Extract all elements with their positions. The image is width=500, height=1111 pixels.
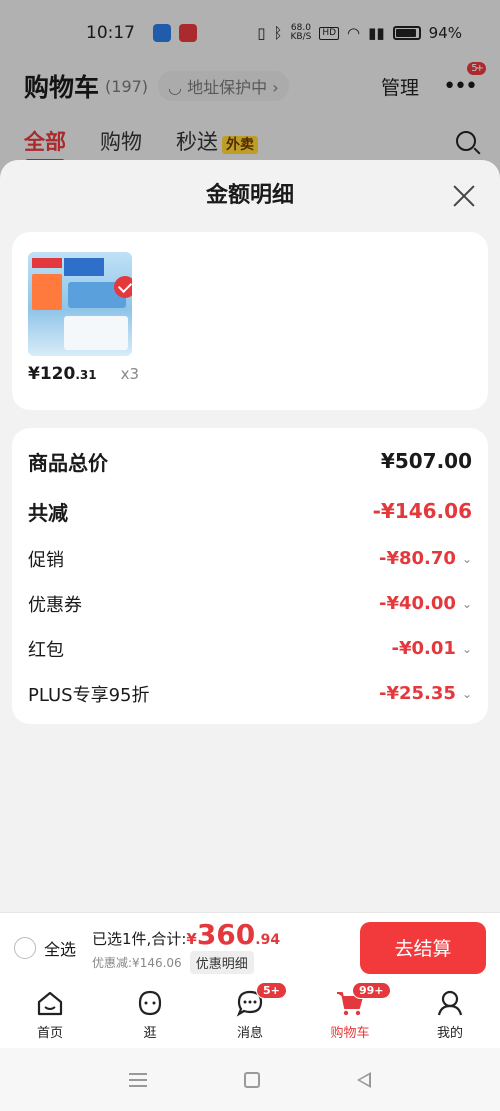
total-price-value: ¥507.00 xyxy=(380,449,472,473)
discount-row-red-packet[interactable]: 红包 -¥0.01 ⌄ xyxy=(28,626,472,671)
chevron-down-icon: ⌄ xyxy=(461,596,472,611)
chevron-down-icon: ⌄ xyxy=(461,641,472,656)
tab-messages[interactable]: 消息 5+ xyxy=(200,982,300,1048)
tab-cart[interactable]: 购物车 99+ xyxy=(300,982,400,1048)
home-icon xyxy=(37,991,63,1016)
total-summary: 已选1件,合计: ¥ 360 .94 优惠减:¥146.06 优惠明细 xyxy=(92,918,281,974)
selected-text: 已选1件,合计: xyxy=(92,930,187,948)
messages-badge: 5+ xyxy=(256,982,287,999)
chevron-down-icon: ⌄ xyxy=(461,551,472,566)
select-all-label[interactable]: 全选 xyxy=(44,936,76,960)
discount-text: 优惠减:¥146.06 xyxy=(92,956,182,970)
total-discount-row: 共减 -¥146.06 xyxy=(28,499,472,525)
price-breakdown-card: 商品总价 ¥507.00 共减 -¥146.06 促销 -¥80.70 ⌄ 优惠券… xyxy=(12,428,488,724)
total-discount-value: -¥146.06 xyxy=(372,499,472,523)
menu-icon[interactable] xyxy=(128,1072,147,1087)
system-nav-bar xyxy=(0,1048,500,1111)
discount-row-coupon[interactable]: 优惠券 -¥40.00 ⌄ xyxy=(28,581,472,626)
discount-row-plus[interactable]: PLUS专享95折 -¥25.35 ⌄ xyxy=(28,671,472,716)
sheet-title: 金额明细 xyxy=(205,183,294,208)
checkout-bar: 全选 已选1件,合计: ¥ 360 .94 优惠减:¥146.06 优惠明细 去… xyxy=(0,912,500,982)
select-all-radio[interactable] xyxy=(14,936,36,959)
product-price-row: ¥120.31 x3 xyxy=(28,364,472,384)
face-icon xyxy=(138,990,162,1016)
discount-detail-button[interactable]: 优惠明细 xyxy=(189,951,254,974)
home-square-icon[interactable] xyxy=(243,1071,260,1088)
chevron-down-icon: ⌄ xyxy=(461,686,472,701)
check-icon xyxy=(114,276,132,298)
close-icon[interactable] xyxy=(452,184,476,208)
total-amount: 360 xyxy=(196,918,256,951)
product-price: ¥120.31 xyxy=(28,364,97,384)
cart-badge: 99+ xyxy=(352,982,391,999)
total-price-row: 商品总价 ¥507.00 xyxy=(28,449,472,475)
discount-row-promotion[interactable]: 促销 -¥80.70 ⌄ xyxy=(28,536,472,581)
back-icon[interactable] xyxy=(357,1071,372,1088)
bottom-tab-bar: 首页 逛 消息 5+ 购物车 99+ 我的 xyxy=(0,982,500,1048)
tab-explore[interactable]: 逛 xyxy=(100,982,200,1048)
product-card: ¥120.31 x3 xyxy=(12,232,488,410)
product-thumbnail[interactable] xyxy=(28,252,132,356)
tab-profile[interactable]: 我的 xyxy=(400,982,500,1048)
checkout-button[interactable]: 去结算 xyxy=(360,921,486,974)
tab-home[interactable]: 首页 xyxy=(0,982,100,1048)
amount-detail-sheet: 金额明细 ¥120.31 x3 商品总价 ¥507.00 共减 -¥146.06… xyxy=(0,160,500,912)
profile-icon xyxy=(437,990,463,1016)
product-quantity: x3 xyxy=(120,365,140,383)
overlay-dim[interactable] xyxy=(0,0,500,180)
